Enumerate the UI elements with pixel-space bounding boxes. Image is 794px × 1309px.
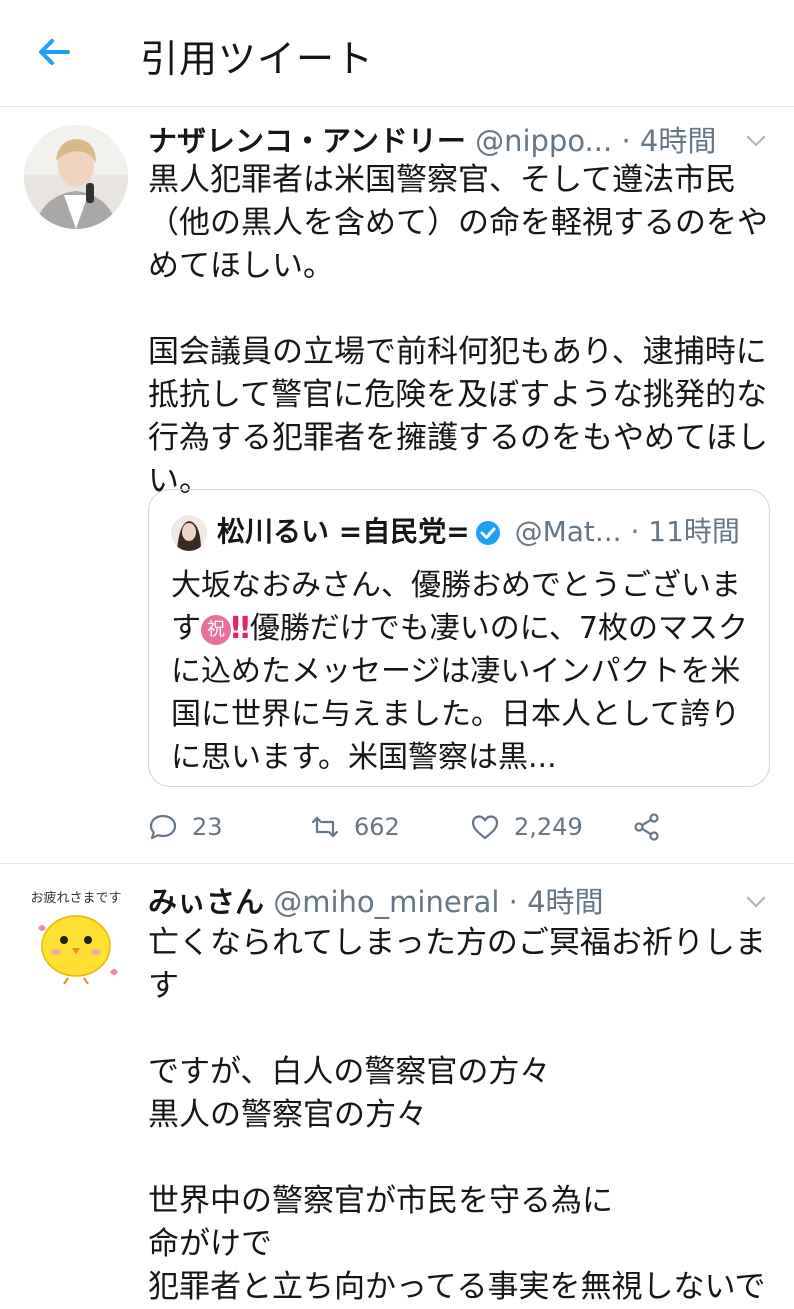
chevron-down-icon[interactable] bbox=[744, 890, 768, 914]
author-handle[interactable]: @nippo... bbox=[475, 124, 612, 158]
avatar-photo-icon bbox=[171, 515, 207, 551]
tweet[interactable]: ナザレンコ・アンドリー @nippo... · 4時間 黒人犯罪者は米国警察官、… bbox=[0, 107, 794, 864]
quoted-author-handle: @Mat... bbox=[514, 515, 622, 548]
separator-dot: · bbox=[621, 124, 631, 158]
timestamp[interactable]: 4時間 bbox=[527, 885, 603, 919]
tweet-actions: 23 662 2,249 bbox=[148, 807, 748, 847]
separator-dot: · bbox=[630, 515, 640, 548]
heart-icon bbox=[471, 815, 499, 840]
avatar[interactable] bbox=[24, 125, 128, 229]
quoted-timestamp: 11時間 bbox=[648, 515, 740, 548]
author-handle[interactable]: @miho_mineral bbox=[273, 885, 499, 919]
share-button[interactable] bbox=[632, 807, 676, 847]
avatar-photo-icon bbox=[24, 125, 128, 229]
tweet[interactable]: お疲れさまです みぃさん @miho_mineral · 4時間 亡くなられてし… bbox=[0, 864, 794, 1305]
reply-count: 23 bbox=[192, 813, 223, 841]
tweet-text: 黒人犯罪者は米国警察官、そして遵法市民（他の黒人を含めて）の命を軽視するのをやめ… bbox=[148, 162, 768, 499]
retweet-count: 662 bbox=[354, 813, 400, 841]
like-button[interactable]: 2,249 bbox=[470, 807, 583, 847]
quoted-tweet[interactable]: 松川るい =自民党= @Mat... · 11時間 大坂なおみさん、優勝おめでと… bbox=[148, 489, 770, 787]
separator-dot: · bbox=[508, 885, 518, 919]
share-icon bbox=[634, 813, 659, 841]
quoted-avatar bbox=[171, 515, 207, 551]
reply-button[interactable]: 23 bbox=[148, 807, 223, 847]
quoted-author-name: 松川るい =自民党= bbox=[217, 515, 470, 548]
reply-icon bbox=[149, 814, 177, 840]
avatar[interactable]: お疲れさまです bbox=[24, 884, 128, 988]
like-count: 2,249 bbox=[514, 813, 583, 841]
chevron-down-icon[interactable] bbox=[744, 129, 768, 153]
page-title: 引用ツイート bbox=[140, 37, 375, 81]
top-bar: 引用ツイート bbox=[0, 0, 794, 107]
verified-badge-icon bbox=[475, 521, 500, 545]
tweet-header: みぃさん @miho_mineral · 4時間 bbox=[148, 882, 778, 922]
quoted-tweet-header: 松川るい =自民党= @Mat... · 11時間 bbox=[171, 512, 751, 552]
back-arrow-icon[interactable] bbox=[32, 30, 76, 74]
author-name[interactable]: ナザレンコ・アンドリー bbox=[148, 124, 466, 158]
quoted-tweet-text: 大坂なおみさん、優勝おめでとうございます祝 ‼優勝だけでも凄いのに、7枚のマスクに… bbox=[171, 564, 751, 779]
timestamp[interactable]: 4時間 bbox=[640, 124, 716, 158]
chick-sticker-icon: お疲れさまです bbox=[24, 884, 128, 988]
author-name[interactable]: みぃさん bbox=[148, 885, 264, 919]
retweet-button[interactable]: 662 bbox=[310, 807, 400, 847]
tweet-text: 亡くなられてしまった方のご冥福お祈りします ですが、白人の警察官の方々 黒人の警… bbox=[148, 925, 766, 1305]
avatar-caption: お疲れさまです bbox=[30, 890, 121, 906]
double-exclamation-icon: ‼ bbox=[231, 611, 250, 646]
retweet-icon bbox=[311, 816, 339, 838]
tweet-header: ナザレンコ・アンドリー @nippo... · 4時間 bbox=[148, 121, 778, 161]
iwai-emoji-icon: 祝 bbox=[201, 614, 231, 645]
quoted-text-part: 優勝だけでも凄いのに、7枚のマスクに込めたメッセージは凄いインパクトを米国に世界… bbox=[171, 611, 748, 775]
